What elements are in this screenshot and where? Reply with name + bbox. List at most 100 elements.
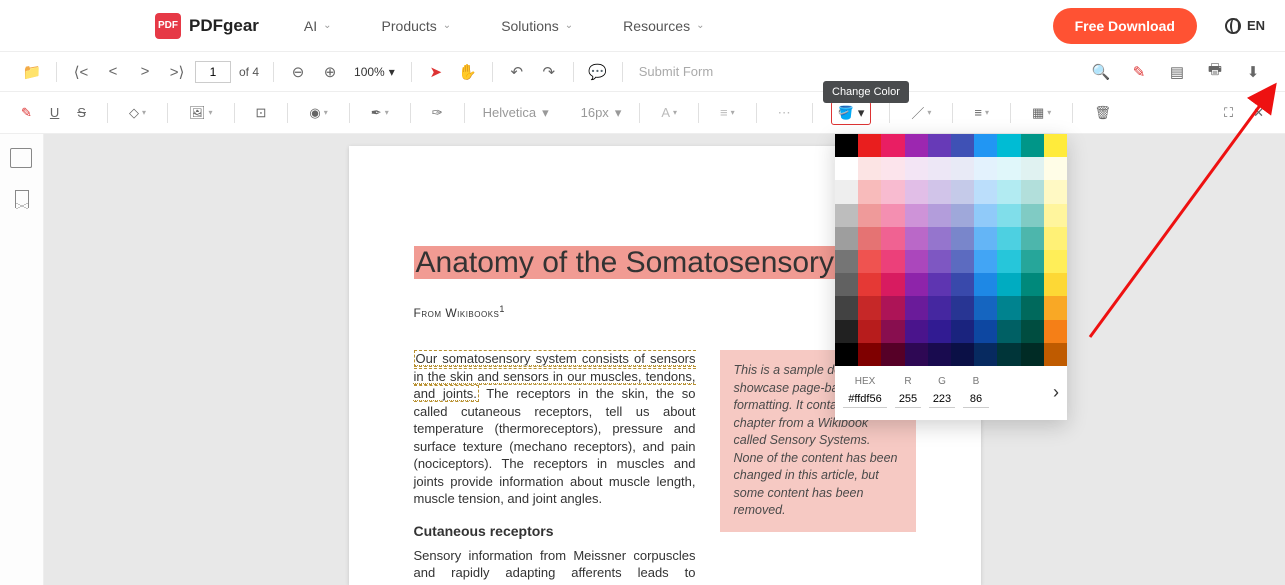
textbox-tool-icon[interactable]: ⊡ xyxy=(253,101,270,125)
color-swatch[interactable] xyxy=(905,320,928,343)
page-title[interactable]: Anatomy of the Somatosensory Sys xyxy=(414,246,895,279)
nav-resources[interactable]: Resources⌄ xyxy=(623,18,704,34)
zoom-out-icon[interactable]: ⊖ xyxy=(284,58,312,86)
color-swatch[interactable] xyxy=(858,320,881,343)
color-swatch[interactable] xyxy=(835,134,858,157)
color-swatch[interactable] xyxy=(881,343,904,366)
color-swatch[interactable] xyxy=(835,157,858,180)
opacity-icon[interactable]: ▦ ▾ xyxy=(1029,101,1054,125)
color-swatch[interactable] xyxy=(928,134,951,157)
thumbnails-icon[interactable] xyxy=(12,150,32,168)
color-swatch[interactable] xyxy=(1021,227,1044,250)
color-swatch[interactable] xyxy=(951,273,974,296)
color-swatch[interactable] xyxy=(835,273,858,296)
image-tool-icon[interactable]: 🖼 ▾ xyxy=(186,101,216,125)
color-swatch[interactable] xyxy=(1044,250,1067,273)
fill-color-button[interactable]: 🪣 ▾ xyxy=(831,101,872,125)
color-swatch[interactable] xyxy=(997,134,1020,157)
color-swatch[interactable] xyxy=(881,250,904,273)
color-swatch[interactable] xyxy=(1021,343,1044,366)
color-swatch[interactable] xyxy=(974,134,997,157)
open-file-icon[interactable]: 📁 xyxy=(18,58,46,86)
close-icon[interactable]: ✕ xyxy=(1250,101,1267,125)
color-swatch[interactable] xyxy=(1021,180,1044,203)
color-swatch[interactable] xyxy=(1044,204,1067,227)
color-swatch[interactable] xyxy=(997,343,1020,366)
color-swatch[interactable] xyxy=(951,320,974,343)
color-swatch[interactable] xyxy=(974,273,997,296)
color-swatch[interactable] xyxy=(974,343,997,366)
color-swatch[interactable] xyxy=(951,250,974,273)
color-swatch[interactable] xyxy=(974,180,997,203)
color-swatch[interactable] xyxy=(951,157,974,180)
annotate-icon[interactable]: ✎ xyxy=(1125,58,1153,86)
color-swatch[interactable] xyxy=(951,204,974,227)
stamp-tool-icon[interactable]: ◉ ▾ xyxy=(306,101,330,125)
redo-icon[interactable]: ↷ xyxy=(535,58,563,86)
color-swatch[interactable] xyxy=(951,227,974,250)
color-swatch[interactable] xyxy=(997,273,1020,296)
color-swatch[interactable] xyxy=(974,250,997,273)
nav-solutions[interactable]: Solutions⌄ xyxy=(501,18,573,34)
color-swatch[interactable] xyxy=(1044,320,1067,343)
color-swatch[interactable] xyxy=(835,320,858,343)
expand-icon[interactable]: ⛶ xyxy=(1221,101,1236,125)
color-swatch[interactable] xyxy=(835,227,858,250)
color-swatch[interactable] xyxy=(881,157,904,180)
panel-icon[interactable]: ▤ xyxy=(1163,58,1191,86)
color-swatch[interactable] xyxy=(905,296,928,319)
r-input[interactable] xyxy=(895,391,921,408)
color-swatch[interactable] xyxy=(858,343,881,366)
color-swatch[interactable] xyxy=(1021,320,1044,343)
undo-icon[interactable]: ↶ xyxy=(503,58,531,86)
color-swatch[interactable] xyxy=(1044,296,1067,319)
color-swatch[interactable] xyxy=(835,250,858,273)
nav-products[interactable]: Products⌄ xyxy=(382,18,452,34)
color-swatch[interactable] xyxy=(951,134,974,157)
color-swatch[interactable] xyxy=(905,273,928,296)
color-swatch[interactable] xyxy=(1044,180,1067,203)
color-swatch[interactable] xyxy=(858,180,881,203)
color-swatch[interactable] xyxy=(1021,204,1044,227)
hex-input[interactable] xyxy=(843,391,887,408)
print-icon[interactable]: 🖶 xyxy=(1201,58,1229,86)
align-icon[interactable]: ≡ ▾ xyxy=(717,101,738,124)
color-swatch[interactable] xyxy=(858,296,881,319)
free-download-button[interactable]: Free Download xyxy=(1053,8,1197,44)
color-swatch[interactable] xyxy=(1044,343,1067,366)
color-swatch[interactable] xyxy=(905,227,928,250)
color-swatch[interactable] xyxy=(881,273,904,296)
bookmark-icon[interactable] xyxy=(15,190,29,208)
color-swatch[interactable] xyxy=(928,296,951,319)
color-swatch[interactable] xyxy=(928,204,951,227)
color-swatch[interactable] xyxy=(974,227,997,250)
text-color-icon[interactable]: A ▾ xyxy=(658,101,680,124)
color-swatch[interactable] xyxy=(881,180,904,203)
color-swatch[interactable] xyxy=(974,157,997,180)
color-swatch[interactable] xyxy=(881,296,904,319)
color-swatch[interactable] xyxy=(997,157,1020,180)
ink-icon[interactable]: ✑ xyxy=(429,101,446,125)
color-swatch[interactable] xyxy=(997,180,1020,203)
nav-ai[interactable]: AI⌄ xyxy=(304,18,332,34)
color-swatch[interactable] xyxy=(1021,157,1044,180)
color-swatch[interactable] xyxy=(858,134,881,157)
underline-icon[interactable]: U xyxy=(47,101,62,124)
page-canvas[interactable]: Anatomy of the Somatosensory Sys From Wi… xyxy=(44,134,1285,585)
color-swatch[interactable] xyxy=(951,180,974,203)
color-swatch[interactable] xyxy=(905,250,928,273)
brand[interactable]: PDF PDFgear xyxy=(155,13,259,39)
color-swatch[interactable] xyxy=(997,204,1020,227)
color-swatch[interactable] xyxy=(858,157,881,180)
color-swatch[interactable] xyxy=(974,204,997,227)
color-swatch[interactable] xyxy=(835,204,858,227)
shape-tool-icon[interactable]: ◇ ▾ xyxy=(126,101,149,125)
font-family-select[interactable]: Helvetica ▾ xyxy=(483,105,549,121)
comment-icon[interactable]: 💬 xyxy=(584,58,612,86)
color-swatch[interactable] xyxy=(881,204,904,227)
color-swatch[interactable] xyxy=(1044,273,1067,296)
first-page-icon[interactable]: ⟨< xyxy=(67,58,95,86)
delete-icon[interactable]: 🗑 xyxy=(1091,101,1114,125)
color-swatch[interactable] xyxy=(835,343,858,366)
color-swatch[interactable] xyxy=(905,157,928,180)
